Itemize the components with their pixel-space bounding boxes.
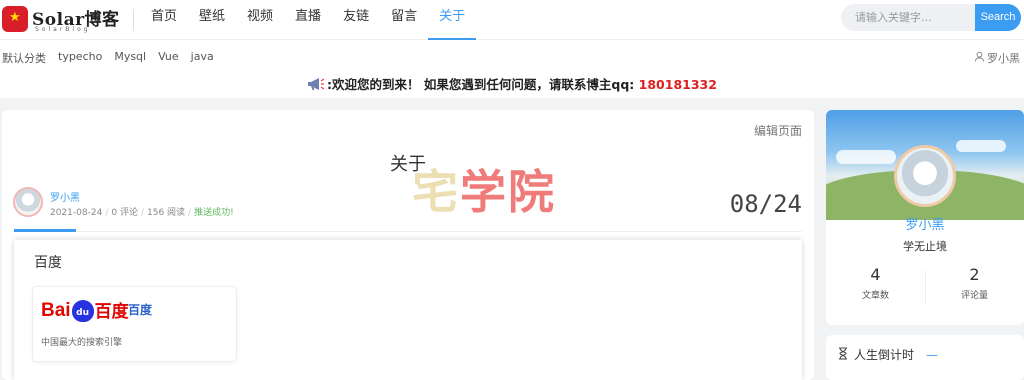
notice-qq: 180181332 bbox=[638, 77, 717, 92]
countdown-dash: — bbox=[926, 347, 939, 362]
link-card-title: 百度 bbox=[128, 303, 153, 317]
nav-home[interactable]: 首页 bbox=[140, 0, 188, 40]
page-title: 关于 bbox=[390, 154, 426, 175]
tab-indicator bbox=[14, 229, 76, 232]
profile-card: 罗小黑 学无止境 4 文章数 2 评论量 bbox=[826, 110, 1024, 325]
nav-about[interactable]: 关于 bbox=[428, 0, 477, 40]
category-mysql[interactable]: Mysql bbox=[114, 50, 146, 66]
baidu-logo-text: Bai bbox=[41, 300, 71, 321]
profile-motto: 学无止境 bbox=[903, 240, 947, 253]
search-button[interactable]: Search bbox=[975, 4, 1021, 31]
push-status: 推送成功! bbox=[194, 208, 234, 218]
nav-friend-links[interactable]: 友链 bbox=[332, 0, 380, 40]
view-count: 156 阅读 bbox=[147, 208, 186, 218]
life-countdown-card: 人生倒计时 — bbox=[826, 335, 1024, 380]
logo-subtitle: SolarBlog bbox=[35, 26, 91, 33]
notice-bar: :欢迎您的到来！ 如果您遇到任何问题，请联系博主qq: 180181332 bbox=[0, 74, 1024, 94]
notice-text: :欢迎您的到来！ 如果您遇到任何问题，请联系博主qq: bbox=[327, 77, 639, 92]
author-avatar[interactable] bbox=[13, 187, 43, 217]
post-card: 编辑页面 宅学院 关于 罗小黑 2021-08-24/0 评论/156 阅读 / 推… bbox=[2, 110, 814, 380]
post-date: 2021-08-24 bbox=[50, 208, 103, 218]
stat-comments-count: 2 bbox=[969, 265, 980, 284]
paw-icon: du bbox=[71, 300, 94, 322]
post-content: 百度 Bai du 百度 百度 中国最大的搜索引擎 bbox=[14, 240, 802, 380]
watermark-logo: 宅学院 bbox=[412, 156, 556, 222]
content-heading: 百度 bbox=[34, 255, 62, 271]
search-input[interactable] bbox=[841, 4, 977, 31]
user-name: 罗小黑 bbox=[987, 52, 1020, 65]
star-icon: ★ bbox=[9, 10, 21, 25]
stat-comments-label: 评论量 bbox=[960, 291, 988, 301]
logo-mark: ★ bbox=[2, 6, 28, 32]
hourglass-icon bbox=[838, 346, 848, 363]
category-list: 默认分类 typecho Mysql Vue java bbox=[2, 50, 226, 66]
nav-video[interactable]: 视频 bbox=[236, 0, 284, 40]
stat-articles-label: 文章数 bbox=[861, 291, 889, 301]
stat-comments[interactable]: 2 评论量 bbox=[925, 265, 1024, 301]
profile-avatar[interactable] bbox=[894, 145, 956, 207]
header-divider bbox=[133, 9, 134, 31]
nav-live[interactable]: 直播 bbox=[284, 0, 332, 40]
category-typecho[interactable]: typecho bbox=[58, 50, 102, 66]
baidu-logo-chinese: 百度 bbox=[94, 302, 129, 322]
user-menu[interactable]: 罗小黑 bbox=[974, 50, 1020, 66]
sub-nav: 默认分类 typecho Mysql Vue java 罗小黑 :欢迎您的到来！… bbox=[0, 40, 1024, 98]
user-icon bbox=[974, 51, 985, 65]
countdown-title: 人生倒计时 bbox=[854, 348, 915, 362]
search-box: Search bbox=[841, 4, 1021, 31]
post-meta: 2021-08-24/0 评论/156 阅读 / 推送成功! bbox=[50, 208, 234, 218]
stat-articles-count: 4 bbox=[870, 265, 881, 284]
category-default[interactable]: 默认分类 bbox=[2, 50, 46, 66]
megaphone-icon bbox=[307, 77, 325, 94]
profile-name[interactable]: 罗小黑 bbox=[826, 214, 1024, 233]
category-vue[interactable]: Vue bbox=[158, 50, 179, 66]
category-java[interactable]: java bbox=[191, 50, 214, 66]
stat-articles[interactable]: 4 文章数 bbox=[826, 265, 925, 301]
edit-page-link[interactable]: 编辑页面 bbox=[754, 122, 802, 139]
site-logo[interactable]: ★ Solar博客 SolarBlog bbox=[2, 5, 120, 35]
countdown-header: 人生倒计时 — bbox=[838, 346, 938, 363]
date-badge: 08/24 bbox=[729, 190, 802, 218]
main-nav: 首页 壁纸 视频 直播 友链 留言 关于 bbox=[140, 0, 477, 40]
nav-guestbook[interactable]: 留言 bbox=[380, 0, 428, 40]
author-name[interactable]: 罗小黑 bbox=[50, 189, 80, 204]
baidu-logo: Bai du 百度 bbox=[41, 297, 129, 322]
link-card-description: 中国最大的搜索引擎 bbox=[41, 338, 123, 348]
divider bbox=[14, 231, 802, 232]
nav-wallpaper[interactable]: 壁纸 bbox=[188, 0, 236, 40]
comment-count[interactable]: 0 评论 bbox=[111, 208, 138, 218]
link-card-baidu[interactable]: Bai du 百度 百度 中国最大的搜索引擎 bbox=[32, 286, 237, 362]
top-header: ★ Solar博客 SolarBlog 首页 壁纸 视频 直播 友链 留言 关于… bbox=[0, 0, 1024, 40]
watermark-part-2: 学院 bbox=[460, 165, 556, 219]
